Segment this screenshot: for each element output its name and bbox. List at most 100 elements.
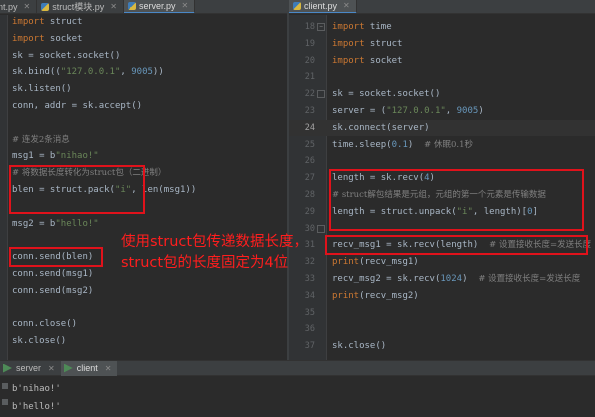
line-number: 23 [304, 106, 315, 116]
close-icon[interactable]: ✕ [24, 0, 31, 13]
fold-icon[interactable] [317, 90, 325, 99]
code-text: length = sk.recv(4) [332, 173, 435, 184]
close-icon[interactable]: ✕ [181, 0, 188, 13]
code-line[interactable]: sk.listen() [0, 81, 287, 97]
run-tab-label: client [76, 362, 98, 373]
code-line[interactable]: 26 [289, 153, 595, 169]
run-icon [3, 363, 12, 373]
run-tab-label: server [16, 362, 42, 373]
code-line[interactable]: msg1 = b"nihao!" [0, 148, 287, 164]
code-line[interactable]: 19 import struct [289, 36, 595, 52]
code-text: recv_msg2 = sk.recv(1024) # 设置接收长度=发送长度 [332, 274, 581, 284]
code-line[interactable]: sk.close() [0, 333, 287, 349]
python-file-icon [41, 3, 50, 11]
line-number: 19 [304, 38, 315, 49]
code-line[interactable]: conn.send(msg2) [0, 283, 287, 299]
line-number: 20 [304, 55, 315, 66]
output-line: b'hello!' [12, 402, 61, 412]
code-text: # 连发2条消息 [12, 134, 70, 145]
code-line[interactable]: # 连发2条消息 [0, 132, 287, 148]
code-line[interactable]: sk = socket.socket() [0, 48, 287, 64]
code-text: blen = struct.pack("i", len(msg1)) [12, 185, 197, 195]
close-icon[interactable]: ✕ [110, 0, 117, 13]
code-line[interactable] [0, 115, 287, 131]
tab-client-py[interactable]: client.py ✕ [289, 0, 357, 13]
line-number: 34 [304, 290, 315, 301]
line-number: 21 [304, 72, 315, 83]
code-text: import struct [332, 38, 403, 49]
code-line[interactable] [0, 199, 287, 215]
code-line[interactable]: 28 # struct解包结果是元组，元组的第一个元素是传输数据 [289, 187, 595, 203]
code-line[interactable]: 29 length = struct.unpack("i", length)[0] [289, 204, 595, 220]
code-text: msg1 = b"nihao!" [12, 151, 99, 162]
code-text: conn.close() [12, 319, 78, 330]
code-line[interactable]: 25 time.sleep(0.1) # 休眠0.1秒 [289, 137, 595, 153]
code-text: import socket [332, 55, 403, 66]
client-py-editor[interactable]: 18 import time 19 import struct 20 import soc… [289, 15, 595, 360]
code-text: sk = socket.socket() [12, 50, 121, 61]
tab-struct-module-py[interactable]: struct模块.py ✕ [37, 0, 124, 13]
code-text: sk.listen() [12, 84, 72, 95]
fold-icon[interactable] [317, 224, 325, 233]
code-text: sk.connect(server) [332, 122, 430, 133]
code-line[interactable]: 23 server = ("127.0.0.1", 9005) [289, 103, 595, 119]
right-editor-tabbar: client.py ✕ [289, 0, 595, 14]
python-file-icon [293, 2, 301, 10]
annotation-line-2: struct包的长度固定为4位 [121, 255, 289, 271]
run-tab-client[interactable]: client ✕ [60, 360, 118, 376]
close-icon[interactable]: ✕ [343, 0, 350, 13]
code-line[interactable]: # 将数据长度转化为struct包（二进制） [0, 165, 287, 181]
code-text: conn.send(msg1) [12, 269, 94, 279]
code-line[interactable]: 35 [289, 305, 595, 321]
code-text: print(recv_msg1) [332, 257, 419, 268]
code-line[interactable]: 34 print(recv_msg2) [289, 288, 595, 304]
annotation-line-1: 使用struct包传递数据长度， [121, 234, 309, 250]
python-file-icon [127, 2, 136, 10]
code-line[interactable]: conn.close() [0, 316, 287, 332]
server-py-editor[interactable]: import struct import socket sk = socket.so… [0, 15, 287, 360]
code-line[interactable]: 27 length = sk.recv(4) [289, 170, 595, 186]
fold-icon[interactable]: − [317, 23, 325, 31]
code-text: print(recv_msg2) [332, 290, 419, 301]
code-line[interactable] [0, 300, 287, 316]
code-line[interactable]: 32 print(recv_msg1) [289, 254, 595, 270]
tab-label: nt.py [0, 2, 18, 12]
tab-label: struct模块.py [52, 2, 105, 12]
console-output[interactable]: b'nihao!' b'hello!' [0, 377, 595, 417]
tab-label: client.py [304, 1, 338, 11]
close-icon[interactable]: ✕ [105, 361, 112, 376]
line-number: 25 [304, 139, 315, 150]
close-icon[interactable]: ✕ [48, 361, 55, 376]
code-line[interactable]: 22 sk = socket.socket() [289, 86, 595, 102]
line-number: 27 [304, 173, 315, 184]
tab-nt-py[interactable]: nt.py ✕ [0, 0, 38, 13]
code-text: server = ("127.0.0.1", 9005) [332, 106, 484, 116]
code-line[interactable]: 36 [289, 321, 595, 337]
code-line[interactable]: 20 import socket [289, 53, 595, 69]
code-line[interactable]: import socket [0, 31, 287, 47]
code-line[interactable]: import struct [0, 15, 287, 30]
code-line[interactable]: 24 sk.connect(server) [289, 119, 595, 136]
output-line: b'nihao!' [12, 384, 61, 394]
tab-server-py[interactable]: server.py ✕ [123, 0, 196, 13]
code-line[interactable]: 31 recv_msg1 = sk.recv(length) # 设置接收长度=发… [289, 237, 595, 253]
code-line[interactable]: sk.bind(("127.0.0.1", 9005)) [0, 64, 287, 80]
code-text: conn.send(msg2) [12, 285, 94, 296]
code-line[interactable]: conn, addr = sk.accept() [0, 98, 287, 114]
code-line[interactable]: 33 recv_msg2 = sk.recv(1024) # 设置接收长度=发送长… [289, 271, 595, 287]
code-line[interactable]: blen = struct.pack("i", len(msg1)) [0, 182, 287, 198]
code-line[interactable]: 18 import time [289, 19, 595, 35]
code-line[interactable]: 30 [289, 221, 595, 237]
code-text: sk.close() [12, 336, 67, 347]
run-tab-server[interactable]: server ✕ [0, 361, 61, 376]
code-text: msg2 = b"hello!" [12, 218, 99, 229]
line-number: 28 [304, 190, 315, 200]
line-number: 37 [304, 341, 315, 352]
code-line[interactable]: 21 [289, 69, 595, 85]
code-line[interactable]: msg2 = b"hello!" [0, 216, 287, 232]
code-text: import time [332, 22, 392, 32]
line-number: 36 [304, 324, 315, 335]
code-line[interactable]: 37 sk.close() [289, 338, 595, 354]
rerun-icon[interactable] [2, 383, 8, 389]
stop-icon[interactable] [2, 399, 8, 405]
